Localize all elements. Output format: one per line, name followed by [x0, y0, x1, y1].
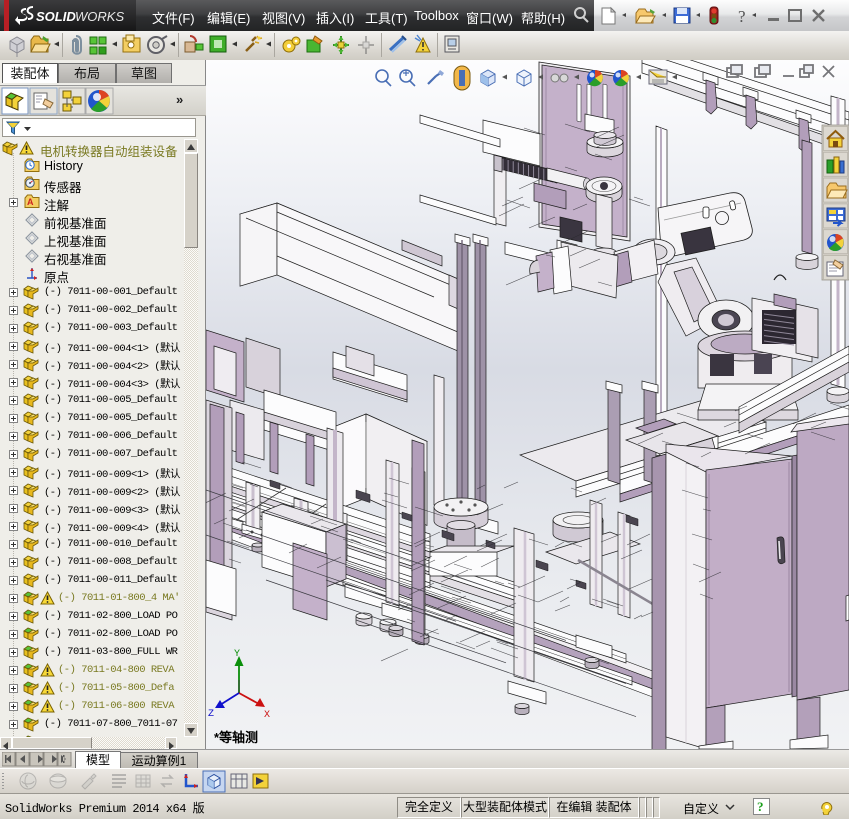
svg-text:Z: Z [208, 709, 214, 720]
svg-text:?: ? [738, 7, 746, 26]
svg-text:A: A [27, 197, 34, 207]
svg-text:SOLID: SOLID [36, 9, 76, 24]
svg-text:X: X [264, 710, 270, 721]
svg-text:Y: Y [234, 649, 240, 660]
svg-text:WORKS: WORKS [75, 9, 124, 24]
svg-text:?: ? [757, 799, 764, 814]
svg-text:*等轴测: *等轴测 [214, 730, 258, 745]
